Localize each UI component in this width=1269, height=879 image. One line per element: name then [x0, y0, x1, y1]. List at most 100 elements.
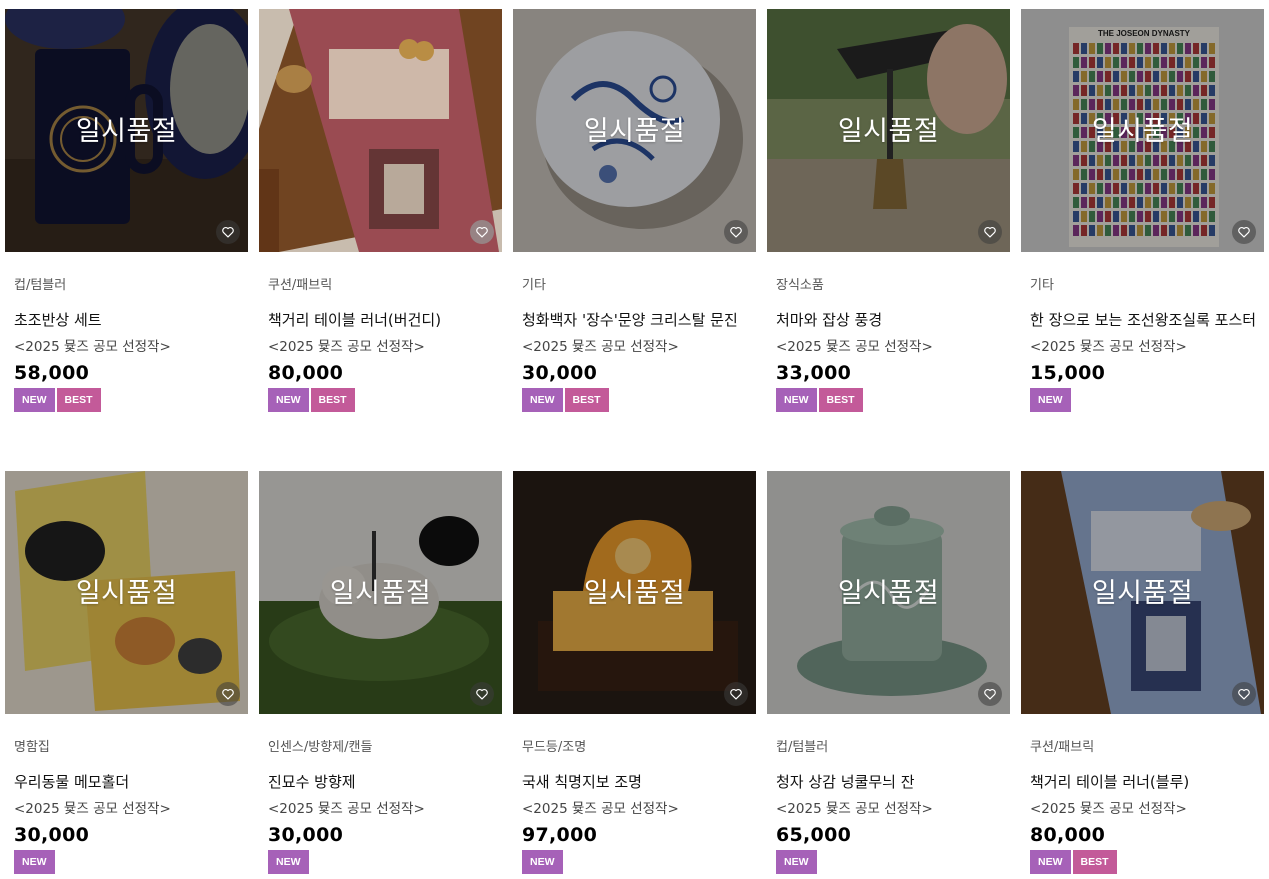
product-subtitle: <2025 뮻즈 공모 선정작>	[776, 801, 933, 817]
soldout-label: 일시품절	[583, 116, 686, 147]
best-badge: BEST	[818, 388, 863, 412]
product-subtitle: <2025 뮻즈 공모 선정작>	[268, 339, 425, 355]
product-card[interactable]: 일시품절 쿠션/패브릭 책거리 테이블 러너(블루) <2025 뮻즈 공모 선…	[1021, 471, 1264, 874]
heart-icon[interactable]	[724, 220, 748, 244]
product-image[interactable]: 일시품절	[767, 9, 1010, 252]
badge-group: NEW BEST	[14, 388, 239, 412]
soldout-label: 일시품절	[75, 116, 178, 147]
product-subtitle: <2025 뮻즈 공모 선정작>	[776, 339, 933, 355]
soldout-label: 일시품절	[75, 578, 178, 609]
heart-icon[interactable]	[724, 682, 748, 706]
product-card[interactable]: 쿠션/패브릭 책거리 테이블 러너(버건디) <2025 뮻즈 공모 선정작> …	[259, 9, 502, 412]
new-badge: NEW	[14, 388, 55, 412]
product-price: 33,000	[776, 362, 852, 384]
product-card[interactable]: THE JOSEON DYNASTY 일시품절 기타 한 장으로 보는 조선왕조…	[1021, 9, 1264, 412]
product-name[interactable]: 청화백자 '장수'문양 크리스탈 문진	[522, 310, 747, 330]
product-category: 기타	[522, 278, 546, 293]
product-subtitle: <2025 뮻즈 공모 선정작>	[1030, 339, 1187, 355]
new-badge: NEW	[776, 850, 817, 874]
product-category: 컵/텀블러	[776, 740, 829, 755]
product-category: 쿠션/패브릭	[268, 278, 333, 293]
badge-group: NEW	[268, 850, 493, 874]
product-name[interactable]: 처마와 잡상 풍경	[776, 310, 1001, 330]
product-subtitle: <2025 뮻즈 공모 선정작>	[14, 801, 171, 817]
new-badge: NEW	[1030, 850, 1071, 874]
product-subtitle: <2025 뮻즈 공모 선정작>	[1030, 801, 1187, 817]
heart-icon[interactable]	[470, 682, 494, 706]
product-image[interactable]: 일시품절	[767, 471, 1010, 714]
new-badge: NEW	[14, 850, 55, 874]
product-image[interactable]	[259, 9, 502, 252]
product-price: 65,000	[776, 824, 852, 846]
product-name[interactable]: 초조반상 세트	[14, 310, 239, 330]
heart-icon[interactable]	[216, 682, 240, 706]
product-subtitle: <2025 뮻즈 공모 선정작>	[522, 801, 679, 817]
best-badge: BEST	[564, 388, 609, 412]
product-category: 기타	[1030, 278, 1054, 293]
heart-icon[interactable]	[216, 220, 240, 244]
product-price: 97,000	[522, 824, 598, 846]
product-card[interactable]: 일시품절 장식소품 처마와 잡상 풍경 <2025 뮻즈 공모 선정작> 33,…	[767, 9, 1010, 412]
new-badge: NEW	[268, 388, 309, 412]
product-card[interactable]: 일시품절 컵/텀블러 초조반상 세트 <2025 뮻즈 공모 선정작> 58,0…	[5, 9, 248, 412]
product-card[interactable]: 일시품절 컵/텀블러 청자 상감 넝쿨무늬 잔 <2025 뮻즈 공모 선정작>…	[767, 471, 1010, 874]
badge-group: NEW BEST	[268, 388, 493, 412]
heart-icon[interactable]	[1232, 682, 1256, 706]
heart-icon[interactable]	[978, 220, 1002, 244]
product-image[interactable]: 일시품절	[1021, 471, 1264, 714]
soldout-label: 일시품절	[1091, 116, 1194, 147]
badge-group: NEW BEST	[776, 388, 1001, 412]
product-price: 58,000	[14, 362, 90, 384]
product-name[interactable]: 책거리 테이블 러너(버건디)	[268, 310, 493, 330]
product-image[interactable]: 일시품절	[5, 471, 248, 714]
product-grid: 일시품절 컵/텀블러 초조반상 세트 <2025 뮻즈 공모 선정작> 58,0…	[0, 0, 1269, 879]
badge-group: NEW	[14, 850, 239, 874]
product-category: 명함집	[14, 740, 50, 755]
badge-group: NEW BEST	[1030, 850, 1255, 874]
product-category: 장식소품	[776, 278, 824, 293]
product-price: 80,000	[1030, 824, 1106, 846]
new-badge: NEW	[522, 850, 563, 874]
heart-icon[interactable]	[1232, 220, 1256, 244]
soldout-overlay	[259, 9, 502, 252]
product-subtitle: <2025 뮻즈 공모 선정작>	[522, 339, 679, 355]
soldout-label: 일시품절	[837, 578, 940, 609]
soldout-label: 일시품절	[329, 578, 432, 609]
soldout-label: 일시품절	[583, 578, 686, 609]
product-category: 컵/텀블러	[14, 278, 67, 293]
new-badge: NEW	[1030, 388, 1071, 412]
product-price: 30,000	[522, 362, 598, 384]
product-price: 30,000	[268, 824, 344, 846]
badge-group: NEW	[1030, 388, 1255, 412]
product-image[interactable]: THE JOSEON DYNASTY 일시품절	[1021, 9, 1264, 252]
product-name[interactable]: 책거리 테이블 러너(블루)	[1030, 772, 1255, 792]
product-subtitle: <2025 뮻즈 공모 선정작>	[14, 339, 171, 355]
product-category: 인센스/방향제/캔들	[268, 740, 373, 755]
product-image[interactable]: 일시품절	[513, 9, 756, 252]
product-name[interactable]: 우리동물 메모홀더	[14, 772, 239, 792]
product-category: 쿠션/패브릭	[1030, 740, 1095, 755]
product-category: 무드등/조명	[522, 740, 587, 755]
product-card[interactable]: 일시품절 무드등/조명 국새 칙명지보 조명 <2025 뮻즈 공모 선정작> …	[513, 471, 756, 874]
product-image[interactable]: 일시품절	[259, 471, 502, 714]
heart-icon[interactable]	[978, 682, 1002, 706]
product-name[interactable]: 한 장으로 보는 조선왕조실록 포스터	[1030, 310, 1256, 330]
product-name[interactable]: 청자 상감 넝쿨무늬 잔	[776, 772, 1001, 792]
product-name[interactable]: 국새 칙명지보 조명	[522, 772, 747, 792]
product-card[interactable]: 일시품절 인센스/방향제/캔들 진묘수 방향제 <2025 뮻즈 공모 선정작>…	[259, 471, 502, 874]
product-card[interactable]: 일시품절 명함집 우리동물 메모홀더 <2025 뮻즈 공모 선정작> 30,0…	[5, 471, 248, 874]
product-card[interactable]: 일시품절 기타 청화백자 '장수'문양 크리스탈 문진 <2025 뮻즈 공모 …	[513, 9, 756, 412]
product-price: 15,000	[1030, 362, 1106, 384]
new-badge: NEW	[776, 388, 817, 412]
badge-group: NEW BEST	[522, 388, 747, 412]
product-name[interactable]: 진묘수 방향제	[268, 772, 493, 792]
product-image[interactable]: 일시품절	[513, 471, 756, 714]
best-badge: BEST	[1072, 850, 1117, 874]
badge-group: NEW	[522, 850, 747, 874]
product-price: 80,000	[268, 362, 344, 384]
heart-icon[interactable]	[470, 220, 494, 244]
badge-group: NEW	[776, 850, 1001, 874]
product-price: 30,000	[14, 824, 90, 846]
soldout-label: 일시품절	[837, 116, 940, 147]
product-image[interactable]: 일시품절	[5, 9, 248, 252]
